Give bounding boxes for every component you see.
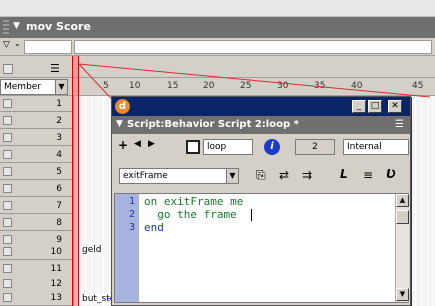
cast-library-field: Internal — [343, 139, 409, 155]
vertical-scrollbar[interactable]: ▲ ▼ — [395, 194, 409, 302]
director-logo-icon: d — [115, 99, 130, 114]
collapse-triangle-icon[interactable]: ▼ — [116, 119, 123, 129]
scroll-thumb[interactable] — [396, 210, 409, 224]
comment-icon[interactable]: ⇄ — [279, 168, 289, 182]
chevron-down-icon[interactable]: ⌄ — [14, 39, 21, 48]
marker-channel[interactable] — [74, 40, 432, 54]
next-icon[interactable]: ▶ — [148, 139, 155, 149]
script-window[interactable]: d _ □ ✕ ▼ Script:Behavior Script 2:loop … — [111, 96, 411, 306]
line-number: 1 — [129, 196, 136, 207]
line-number: 3 — [129, 222, 136, 233]
code-editor[interactable]: 1 2 3 on exitFrame me go the frame end ▲… — [114, 193, 409, 303]
scroll-down-icon[interactable]: ▼ — [396, 288, 409, 301]
script-panel-header[interactable]: ▼ Script:Behavior Script 2:loop * ☰ — [112, 116, 410, 134]
previous-icon[interactable]: ◀ — [134, 139, 141, 149]
grip-icon[interactable] — [3, 20, 9, 34]
minimize-icon[interactable]: _ — [352, 100, 366, 113]
info-icon[interactable]: i — [264, 139, 280, 155]
cast-number-field: 2 — [295, 139, 335, 155]
member-name-field[interactable]: loop — [203, 139, 253, 155]
script-titlebar[interactable]: d _ □ ✕ — [112, 97, 410, 116]
script-handler-row: exitFrame ▼ ⎘ ⇄ ⇉ L ≡ Ʋ — [112, 165, 410, 187]
uncomment-icon[interactable]: ⇉ — [302, 168, 312, 182]
handler-dropdown-label: exitFrame — [123, 171, 168, 181]
line-number: 2 — [129, 209, 136, 220]
code-line: on exitFrame me — [144, 195, 244, 208]
new-script-icon[interactable]: + — [118, 138, 128, 152]
score-titlebar — [0, 0, 435, 17]
scroll-up-icon[interactable]: ▲ — [396, 194, 409, 207]
sprite-label[interactable]: geld — [80, 245, 104, 255]
script-title: Script:Behavior Script 2:loop * — [127, 119, 299, 130]
close-icon[interactable]: ✕ — [388, 100, 402, 113]
options-menu-icon[interactable]: ☰ — [395, 119, 404, 130]
drag-cast-member-icon[interactable] — [186, 140, 200, 154]
collapse-triangle-icon[interactable]: ▼ — [13, 21, 20, 31]
alphabetical-lingo-icon[interactable]: ≡ — [363, 168, 373, 182]
chevron-down-icon[interactable]: ▼ — [226, 169, 238, 183]
text-cursor — [251, 209, 252, 221]
categorized-lingo-icon[interactable]: Ʋ — [386, 167, 396, 181]
find-handler-icon[interactable]: ⎘ — [256, 168, 266, 183]
code-line: end — [144, 221, 164, 234]
marker-field[interactable] — [24, 40, 72, 54]
handler-dropdown[interactable]: exitFrame ▼ — [119, 168, 239, 184]
score-title: mov Score — [26, 20, 91, 33]
score-toolbar: ▽ ⌄ — [0, 38, 435, 56]
lingo-elements-icon[interactable]: L — [340, 167, 348, 181]
code-line: go the frame — [144, 208, 237, 221]
maximize-icon[interactable]: □ — [368, 100, 382, 113]
marker-icon[interactable]: ▽ — [3, 40, 10, 50]
score-panel-header[interactable]: ▼ mov Score — [0, 17, 435, 38]
line-number-gutter: 1 2 3 — [115, 194, 139, 302]
script-nav-row: + ◀ ▶ loop i 2 Internal — [112, 136, 410, 158]
